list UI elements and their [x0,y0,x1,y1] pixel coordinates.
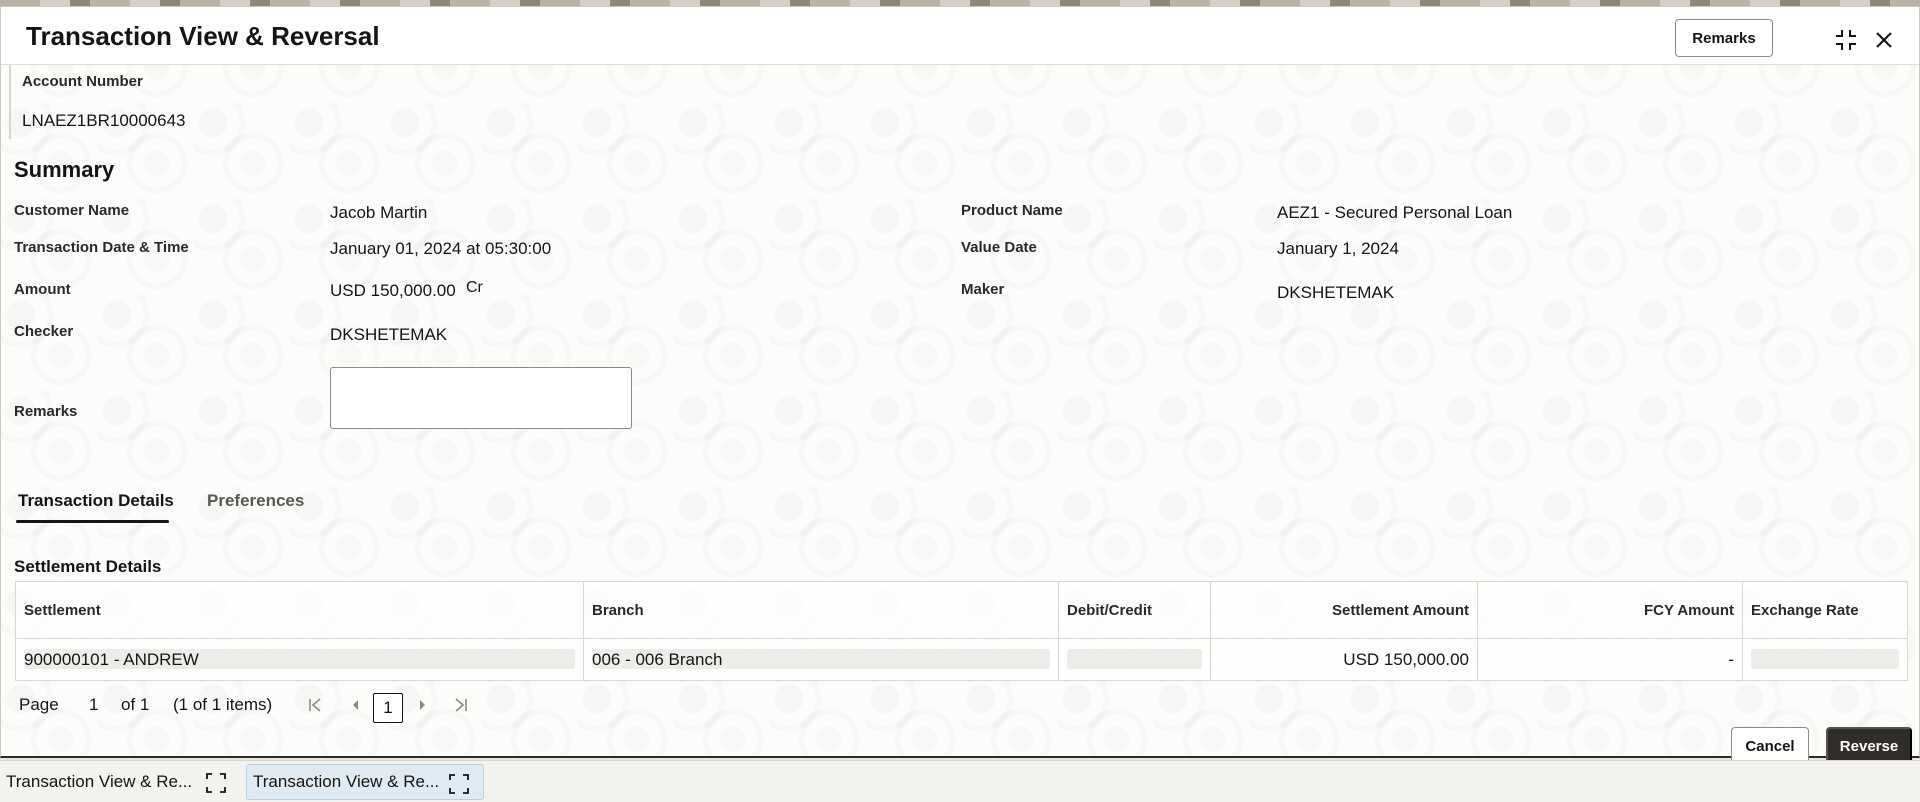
taskbar-item-active[interactable]: Transaction View & Re... [246,764,484,800]
cell-background [1067,649,1202,669]
exchange-rate-cell-wrap [1743,639,1907,681]
current-page-button[interactable]: 1 [373,693,403,723]
product-name-value: AEZ1 - Secured Personal Loan [1277,203,1513,222]
remarks-button[interactable]: Remarks [1675,19,1773,57]
column-header-branch[interactable]: Branch [584,582,1059,638]
items-count-label: (1 of 1 items) [173,695,273,714]
product-name-label: Product Name [961,202,1063,219]
fcy-amount-cell: - [1728,650,1734,669]
column-header-settlement-amount[interactable]: Settlement Amount [1211,582,1478,638]
account-number-label: Account Number [22,73,143,90]
taskbar-item-label: Transaction View & Re... [6,772,193,791]
previous-page-icon[interactable] [347,697,363,713]
summary-title: Summary [14,157,115,182]
settlement-cell: 900000101 - ANDREW [24,650,199,669]
tab-transaction-details[interactable]: Transaction Details [18,491,174,511]
checker-value: DKSHETEMAK [330,325,448,344]
amount-type-tag: Cr [466,279,483,296]
settlement-table: Settlement Branch Debit/Credit Settlemen… [15,581,1908,681]
column-header-exchange-rate[interactable]: Exchange Rate [1743,582,1907,638]
value-date-label: Value Date [961,239,1037,256]
maker-label: Maker [961,281,1005,298]
dialog-content: Account Number LNAEZ1BR10000643 Summary … [1,65,1919,765]
dialog-header: Transaction View & Reversal Remarks [1,7,1919,65]
settlement-amount-cell-wrap: USD 150,000.00 [1211,639,1478,681]
last-page-icon[interactable] [453,697,469,713]
taskbar-item-label: Transaction View & Re... [253,772,440,791]
branch-cell-wrap: 006 - 006 Branch [584,639,1059,681]
maximize-icon[interactable] [206,773,226,793]
first-page-icon[interactable] [307,697,323,713]
account-number-block: Account Number LNAEZ1BR10000643 [9,65,1909,139]
minimize-icon[interactable] [1833,27,1859,53]
column-header-debit-credit[interactable]: Debit/Credit [1059,582,1211,638]
branch-cell: 006 - 006 Branch [592,650,723,669]
value-date-value: January 1, 2024 [1277,239,1399,258]
txn-datetime-value: January 01, 2024 at 05:30:00 [330,239,552,258]
page-input[interactable]: 1 [89,695,98,715]
remarks-label: Remarks [14,403,78,420]
checker-label: Checker [14,323,74,340]
transaction-view-dialog: Transaction View & Reversal Remarks Acco… [0,6,1920,765]
debit-credit-cell-wrap [1059,639,1211,681]
taskbar-item[interactable]: Transaction View & Re... [0,764,240,800]
fcy-amount-cell-wrap: - [1478,639,1743,681]
column-header-settlement[interactable]: Settlement [16,582,584,638]
settlement-details-title: Settlement Details [14,557,162,576]
txn-datetime-label: Transaction Date & Time [14,239,189,256]
cell-background [1751,649,1899,669]
table-row: 900000101 - ANDREW [16,639,584,681]
page-label: Page [19,695,59,714]
amount-value: USD 150,000.00 [330,281,456,300]
dialog-title: Transaction View & Reversal [26,21,380,51]
account-number-value: LNAEZ1BR10000643 [22,111,186,130]
amount-label: Amount [14,281,71,298]
maximize-icon[interactable] [449,774,469,794]
page-of-label: of 1 [121,695,150,714]
active-tab-indicator [16,520,169,523]
maker-value: DKSHETEMAK [1277,283,1395,302]
customer-name-value: Jacob Martin [330,203,428,222]
remarks-input[interactable] [330,367,632,429]
column-header-fcy-amount[interactable]: FCY Amount [1478,582,1743,638]
customer-name-label: Customer Name [14,202,130,219]
close-icon[interactable] [1871,27,1897,53]
tab-preferences[interactable]: Preferences [207,491,304,511]
next-page-icon[interactable] [415,697,431,713]
settlement-amount-cell: USD 150,000.00 [1343,650,1469,669]
taskbar: Transaction View & Re... Transaction Vie… [0,760,1920,802]
